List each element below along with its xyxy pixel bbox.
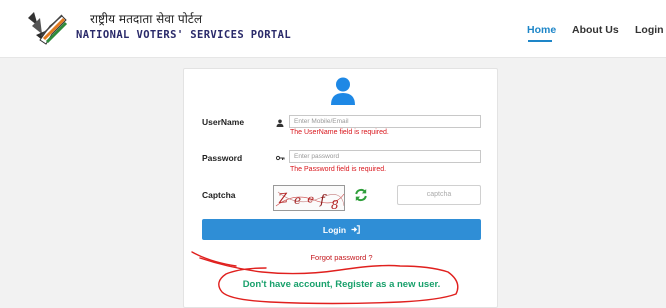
register-link[interactable]: Don't have account, Register as a new us… bbox=[184, 279, 499, 290]
username-error: The UserName field is required. bbox=[290, 129, 389, 136]
site-header: राष्ट्रीय मतदाता सेवा पोर्टल NATIONAL VO… bbox=[0, 0, 666, 58]
forgot-password-link[interactable]: Forgot password ? bbox=[184, 253, 499, 262]
user-icon bbox=[272, 115, 288, 130]
user-avatar-icon bbox=[331, 77, 355, 105]
svg-text:Z: Z bbox=[277, 191, 290, 207]
nav-login[interactable]: Login bbox=[635, 24, 664, 36]
refresh-icon[interactable] bbox=[354, 188, 368, 205]
captcha-input[interactable]: captcha bbox=[397, 185, 481, 205]
svg-text:8: 8 bbox=[331, 198, 339, 211]
eci-logo bbox=[28, 12, 68, 45]
username-group: Enter Mobile/Email bbox=[272, 115, 481, 130]
login-button-label: Login bbox=[322, 224, 347, 235]
username-label: UserName bbox=[202, 117, 245, 127]
captcha-image: Z e e f 8 bbox=[273, 185, 345, 211]
login-button[interactable]: Login bbox=[202, 219, 481, 240]
nav-about-us[interactable]: About Us bbox=[572, 24, 619, 36]
sign-in-icon bbox=[351, 225, 360, 234]
svg-text:e: e bbox=[294, 193, 301, 207]
nav-home-underline bbox=[528, 40, 552, 42]
svg-text:e: e bbox=[307, 192, 316, 206]
brand-english: NATIONAL VOTERS' SERVICES PORTAL bbox=[76, 29, 292, 41]
password-input[interactable]: Enter password bbox=[289, 150, 481, 163]
key-icon bbox=[272, 150, 288, 165]
password-error: The Password field is required. bbox=[290, 166, 387, 173]
captcha-label: Captcha bbox=[202, 190, 236, 200]
nav-home[interactable]: Home bbox=[527, 24, 556, 36]
svg-text:f: f bbox=[319, 193, 327, 208]
brand-hindi: राष्ट्रीय मतदाता सेवा पोर्टल bbox=[90, 12, 202, 26]
login-card: UserName Enter Mobile/Email The UserName… bbox=[183, 68, 498, 308]
password-group: Enter password bbox=[272, 150, 481, 165]
username-input[interactable]: Enter Mobile/Email bbox=[289, 115, 481, 128]
password-label: Password bbox=[202, 153, 243, 163]
